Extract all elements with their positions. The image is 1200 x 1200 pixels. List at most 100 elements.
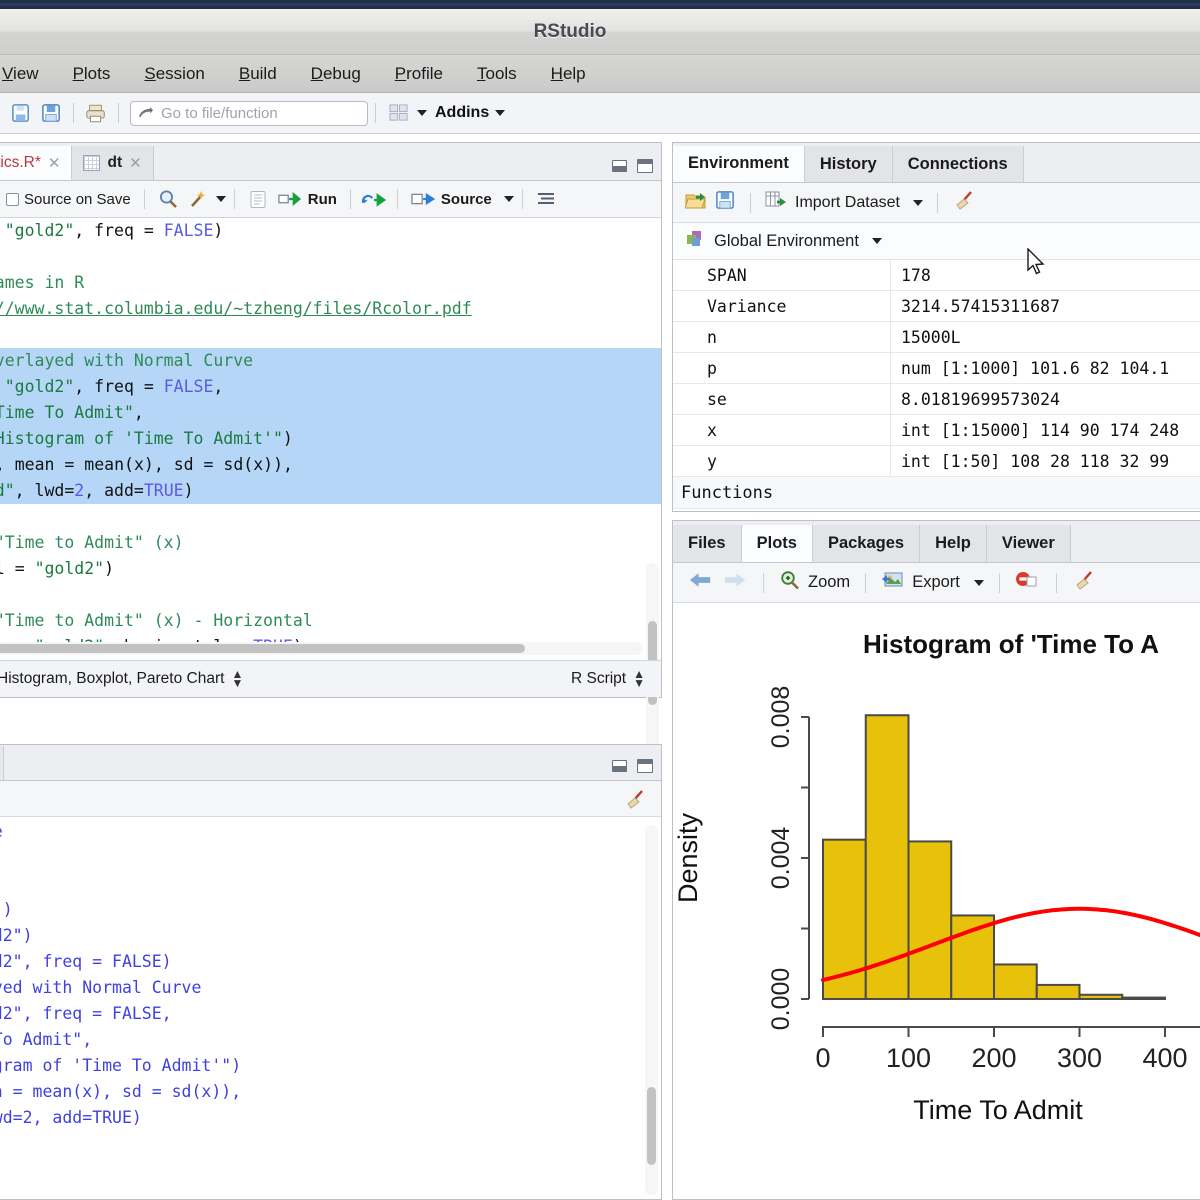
source-on-save-toggle[interactable]: Source on Save xyxy=(1,191,136,208)
print-icon[interactable] xyxy=(81,99,111,127)
source-on-save-label: Source on Save xyxy=(24,191,131,208)
environment-row[interactable]: xint [1:15000] 114 90 174 248 xyxy=(673,415,1200,446)
import-dataset-icon[interactable] xyxy=(765,190,789,215)
open-folder-icon[interactable] xyxy=(685,190,709,216)
source-label: Source xyxy=(441,191,492,208)
tab-environment[interactable]: Environment xyxy=(673,146,805,182)
environment-row[interactable]: pnum [1:1000] 101.6 82 104.1 xyxy=(673,353,1200,384)
environment-scope-selector[interactable]: Global Environment xyxy=(673,223,1200,260)
goto-file-input[interactable]: Go to file/function xyxy=(130,101,368,126)
environment-row[interactable]: se8.01819699573024 xyxy=(673,384,1200,415)
code-line[interactable]: = "Time To Admit", xyxy=(0,400,661,426)
tab-history[interactable]: History xyxy=(805,146,893,182)
notebook-icon[interactable] xyxy=(243,185,273,213)
menu-item-help[interactable]: Help xyxy=(534,64,603,84)
filetype-stepper-icon[interactable]: ▲▼ xyxy=(633,670,645,688)
code-line[interactable] xyxy=(0,244,661,270)
tab-packages[interactable]: Packages xyxy=(813,525,920,562)
addins-button[interactable]: Addins xyxy=(435,104,489,122)
environment-variable-name: se xyxy=(673,384,891,415)
section-stepper-icon[interactable]: ▲▼ xyxy=(231,670,243,688)
environment-row[interactable]: yint [1:50] 108 28 118 32 99 xyxy=(673,446,1200,477)
import-dataset-caret[interactable] xyxy=(913,200,923,206)
code-line[interactable]: l = "gold2", freq = FALSE) xyxy=(0,218,661,244)
source-tab-dt[interactable]: dt ✕ xyxy=(72,146,153,180)
import-dataset-button[interactable]: Import Dataset xyxy=(795,194,900,212)
export-caret[interactable] xyxy=(974,580,984,586)
source-tab-r-file[interactable]: atistics.R* ✕ xyxy=(0,146,72,180)
source-button[interactable]: Source xyxy=(406,191,497,208)
code-line[interactable]: r names in R xyxy=(0,270,661,296)
remove-plot-icon[interactable] xyxy=(1015,570,1041,595)
maximize-icon[interactable] xyxy=(637,159,653,173)
tab-viewer[interactable]: Viewer xyxy=(987,525,1071,562)
code-line[interactable]: of "Time to Admit" (x) xyxy=(0,530,661,556)
menu-item-plots[interactable]: Plots xyxy=(56,64,128,84)
rerun-icon[interactable] xyxy=(359,185,389,213)
code-line[interactable] xyxy=(0,322,661,348)
checkbox-icon[interactable] xyxy=(6,193,19,206)
console-vertical-scrollbar[interactable] xyxy=(645,825,658,1195)
maximize-icon[interactable] xyxy=(637,759,653,773)
menu-item-tools[interactable]: Tools xyxy=(460,64,534,84)
code-line[interactable]: "red", lwd=2, add=TRUE) xyxy=(0,478,661,504)
environment-row[interactable]: Variance3214.57415311687 xyxy=(673,291,1200,322)
source-horizontal-scrollbar[interactable] xyxy=(0,642,643,655)
clear-plots-icon[interactable] xyxy=(1072,569,1096,596)
code-line[interactable]: tp://www.stat.columbia.edu/~tzheng/files… xyxy=(0,296,661,322)
search-icon[interactable] xyxy=(153,185,183,213)
forward-arrow-icon[interactable] xyxy=(721,570,748,595)
run-button[interactable]: Run xyxy=(273,191,342,208)
close-icon[interactable]: ✕ xyxy=(48,154,61,172)
code-line[interactable]: = "Histogram of 'Time To Admit'") xyxy=(0,426,661,452)
grid-dropdown-caret[interactable] xyxy=(417,110,427,116)
new-file-icon[interactable] xyxy=(6,99,36,127)
console-tab[interactable]: ✕ xyxy=(0,746,4,780)
file-type-label[interactable]: R Script xyxy=(571,670,626,688)
code-line[interactable] xyxy=(0,504,661,530)
export-button[interactable]: Export xyxy=(912,573,960,592)
code-line[interactable] xyxy=(0,582,661,608)
code-line[interactable]: col = "gold2") xyxy=(0,556,661,582)
menu-item-session[interactable]: Session xyxy=(127,64,221,84)
code-line[interactable]: m(x, mean = mean(x), sd = sd(x)), xyxy=(0,452,661,478)
menu-item-view[interactable]: View xyxy=(0,64,56,84)
console-line: rlayed with Normal Curve xyxy=(0,975,661,1001)
save-icon[interactable] xyxy=(715,190,736,216)
zoom-button[interactable]: Zoom xyxy=(808,573,850,592)
console-line: gold2", freq = FALSE) xyxy=(0,949,661,975)
save-icon[interactable] xyxy=(36,99,66,127)
menu-item-build[interactable]: Build xyxy=(222,64,294,84)
grid-icon[interactable] xyxy=(383,99,413,127)
environment-scope-caret[interactable] xyxy=(872,238,882,244)
magic-wand-caret[interactable] xyxy=(216,196,226,202)
export-icon[interactable] xyxy=(881,570,905,595)
zoom-icon[interactable] xyxy=(779,570,801,596)
minimize-icon[interactable] xyxy=(612,760,627,772)
environment-group-functions[interactable]: Functions xyxy=(673,477,1200,509)
minimize-icon[interactable] xyxy=(612,160,627,172)
back-arrow-icon[interactable] xyxy=(687,570,714,595)
tab-plots[interactable]: Plots xyxy=(742,525,813,562)
magic-wand-icon[interactable] xyxy=(183,185,213,213)
code-line[interactable]: l = "gold2", freq = FALSE, xyxy=(0,374,661,400)
environment-row[interactable]: SPAN178 xyxy=(673,260,1200,291)
tab-files[interactable]: Files xyxy=(673,525,742,562)
menu-item-profile[interactable]: Profile xyxy=(378,64,460,84)
tab-connections[interactable]: Connections xyxy=(893,146,1024,182)
code-section-label[interactable]: Histogram, Boxplot, Pareto Chart xyxy=(0,670,224,688)
outline-icon[interactable] xyxy=(531,185,561,213)
close-icon[interactable]: ✕ xyxy=(129,154,142,172)
console-output[interactable]: ' se red")gold2")gold2", freq = FALSE)rl… xyxy=(0,819,661,1199)
histogram-bar xyxy=(1080,995,1123,999)
source-caret[interactable] xyxy=(504,196,514,202)
addins-caret[interactable] xyxy=(495,110,505,116)
menu-item-debug[interactable]: Debug xyxy=(294,64,378,84)
broom-icon[interactable] xyxy=(952,189,976,216)
code-line[interactable]: m Overlayed with Normal Curve xyxy=(0,348,661,374)
tab-help[interactable]: Help xyxy=(920,525,987,562)
source-code-area[interactable]: l = "gold2", freq = FALSE) r names in Rt… xyxy=(0,218,661,653)
clear-console-icon[interactable] xyxy=(623,788,647,815)
environment-row[interactable]: n15000L xyxy=(673,322,1200,353)
code-line[interactable]: of "Time to Admit" (x) - Horizontal xyxy=(0,608,661,634)
